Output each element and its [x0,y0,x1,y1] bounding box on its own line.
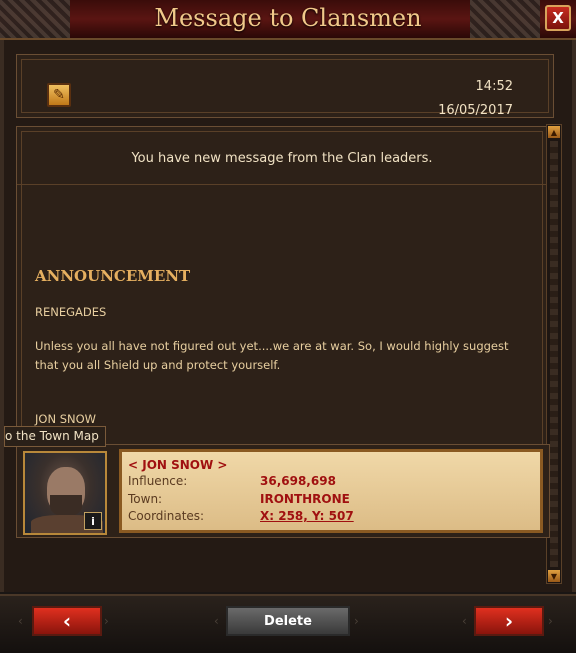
delete-hint-icon-right: › [354,614,359,628]
scroll-down-icon[interactable]: ▼ [548,570,560,582]
divider [17,184,547,185]
next-hint-icon: › [548,614,553,628]
message-date: 16/05/2017 [438,103,513,118]
scroll-up-icon[interactable]: ▲ [548,126,560,138]
message-signature: JON SNOW [35,412,97,426]
coordinates-label: Coordinates: [128,509,205,523]
window-title: Message to Clansmen [154,4,422,32]
message-line: RENEGADES [35,305,107,319]
prev-hint-icon: ‹ [18,614,23,628]
previous-button[interactable]: ‹ [32,606,102,636]
avatar-beard [50,495,82,517]
info-icon[interactable]: i [84,512,102,530]
next-hint-icon-left: ‹ [462,614,467,628]
new-message-notice: You have new message from the Clan leade… [131,151,433,166]
message-header: ✎ 14:52 16/05/2017 [16,54,554,118]
delete-button[interactable]: Delete [226,606,350,636]
title-bar: Message to Clansmen X [0,0,576,40]
sender-profile: i < JON SNOW > Influence: 36,698,698 Tow… [16,444,550,538]
sender-name[interactable]: < JON SNOW > [128,458,227,472]
close-button[interactable]: X [545,5,571,31]
influence-label: Influence: [128,474,188,488]
scroll-icon: ✎ [47,83,71,107]
window-frame: ✎ 14:52 16/05/2017 You have new message … [0,40,576,592]
influence-value: 36,698,698 [260,474,336,488]
scroll-track[interactable] [550,141,558,567]
message-time: 14:52 [475,79,513,94]
next-button[interactable]: › [474,606,544,636]
prev-hint-icon-right: › [104,614,109,628]
coordinates-link[interactable]: X: 258, Y: 507 [260,509,354,523]
avatar[interactable]: i [23,451,107,535]
message-body: You have new message from the Clan leade… [16,126,548,472]
announcement-heading: ANNOUNCEMENT [35,267,191,285]
delete-hint-icon-left: ‹ [214,614,219,628]
sender-card: < JON SNOW > Influence: 36,698,698 Town:… [119,449,543,533]
footer: ‹ ‹ › ‹ Delete › ‹ › › [0,594,576,653]
town-label: Town: [128,492,163,506]
town-value: IRONTHRONE [260,492,350,506]
town-map-tooltip: o the Town Map [4,426,106,447]
message-paragraph: Unless you all have not figured out yet.… [35,339,509,372]
